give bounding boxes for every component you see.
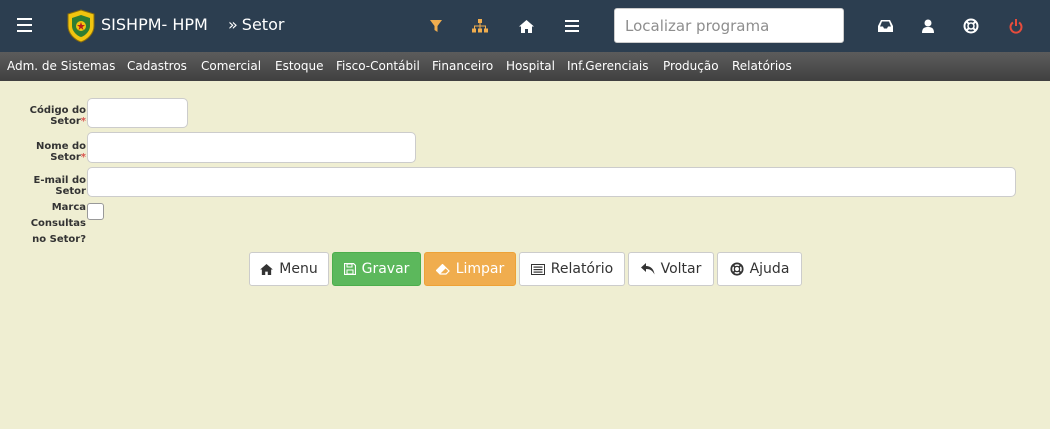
save-icon bbox=[343, 263, 356, 275]
menu-item-financeiro[interactable]: Financeiro bbox=[432, 59, 493, 73]
codigo-field[interactable] bbox=[87, 98, 188, 128]
breadcrumb-chevron: » bbox=[228, 15, 238, 34]
codigo-label-text: Código do Setor bbox=[29, 105, 86, 127]
reply-icon bbox=[640, 263, 655, 275]
home-icon[interactable] bbox=[516, 16, 536, 36]
life-ring-icon bbox=[730, 262, 744, 276]
menu-item-relatorios[interactable]: Relatórios bbox=[732, 59, 792, 73]
search-input[interactable] bbox=[614, 8, 844, 43]
eraser-icon bbox=[435, 263, 450, 275]
nome-label-text: Nome do Setor bbox=[36, 141, 86, 163]
email-field[interactable] bbox=[87, 167, 1016, 197]
relatorio-button[interactable]: Relatório bbox=[519, 252, 625, 286]
menu-item-producao[interactable]: Produção bbox=[663, 59, 719, 73]
menu-button[interactable]: Menu bbox=[249, 252, 329, 286]
power-icon[interactable] bbox=[1006, 16, 1026, 36]
voltar-button-label: Voltar bbox=[660, 261, 702, 277]
marca-label-line2: no Setor? bbox=[32, 234, 86, 245]
gravar-button[interactable]: Gravar bbox=[332, 252, 421, 286]
sitemap-icon[interactable] bbox=[470, 16, 490, 36]
life-ring-icon[interactable] bbox=[961, 16, 981, 36]
hamburger-menu-icon[interactable] bbox=[17, 18, 32, 32]
main-menu-bar: Adm. de Sistemas Cadastros Comercial Est… bbox=[0, 52, 1050, 81]
list-alt-icon bbox=[530, 263, 545, 275]
gravar-button-label: Gravar bbox=[361, 261, 410, 277]
voltar-button[interactable]: Voltar bbox=[628, 252, 714, 286]
nome-field[interactable] bbox=[87, 132, 416, 163]
top-navbar: SISHPM- HPM » Setor bbox=[0, 0, 1050, 52]
list-icon[interactable] bbox=[562, 16, 582, 36]
menu-item-comercial[interactable]: Comercial bbox=[201, 59, 261, 73]
email-label: E-mail do Setor bbox=[33, 175, 86, 197]
marca-label-line1: Marca Consultas bbox=[30, 202, 86, 229]
menu-item-adm-sistemas[interactable]: Adm. de Sistemas bbox=[7, 59, 115, 73]
relatorio-button-label: Relatório bbox=[550, 261, 614, 277]
home-icon bbox=[260, 263, 274, 275]
menu-item-hospital[interactable]: Hospital bbox=[506, 59, 555, 73]
filter-icon[interactable] bbox=[426, 16, 446, 36]
codigo-label: Código do Setor* bbox=[0, 105, 86, 127]
inbox-icon[interactable] bbox=[875, 16, 895, 36]
breadcrumb: » Setor bbox=[228, 15, 284, 34]
breadcrumb-current: Setor bbox=[241, 15, 285, 34]
required-mark: * bbox=[80, 116, 86, 127]
required-mark: * bbox=[80, 152, 86, 163]
menu-button-label: Menu bbox=[279, 261, 318, 277]
marca-consultas-label: Marca Consultas no Setor? bbox=[0, 200, 86, 248]
app-title: SISHPM- HPM bbox=[101, 15, 208, 34]
menu-item-estoque[interactable]: Estoque bbox=[275, 59, 324, 73]
police-crest-logo bbox=[65, 9, 97, 43]
nome-label: Nome do Setor* bbox=[0, 141, 86, 163]
limpar-button[interactable]: Limpar bbox=[424, 252, 516, 286]
menu-item-fisco-contabil[interactable]: Fisco-Contábil bbox=[336, 59, 420, 73]
limpar-button-label: Limpar bbox=[455, 261, 505, 277]
marca-consultas-checkbox[interactable] bbox=[87, 203, 104, 220]
menu-item-inf-gerenciais[interactable]: Inf.Gerenciais bbox=[567, 59, 649, 73]
user-icon[interactable] bbox=[918, 16, 938, 36]
ajuda-button[interactable]: Ajuda bbox=[717, 252, 802, 286]
menu-item-cadastros[interactable]: Cadastros bbox=[127, 59, 187, 73]
ajuda-button-label: Ajuda bbox=[749, 261, 790, 277]
